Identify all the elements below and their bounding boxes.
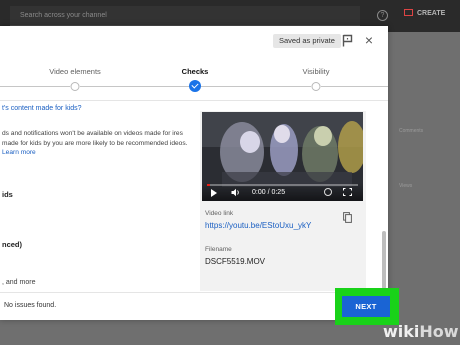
video-link[interactable]: https://youtu.be/EStoUxu_ykY [205,221,311,230]
video-link-label: Video link [205,210,234,217]
made-for-kids-link[interactable]: t's content made for kids? [2,105,82,112]
watermark-wiki: wiki [383,322,420,341]
close-icon[interactable]: × [363,33,375,47]
video-camera-icon [404,9,413,16]
stepper-line [321,86,388,87]
filename-value: DSCF5519.MOV [205,257,266,266]
divider [0,292,388,293]
upload-dialog: Saved as private × Video elements Checks… [0,26,388,320]
help-icon[interactable]: ? [377,10,388,21]
step-check-icon[interactable] [189,80,201,92]
filename-label: Filename [205,246,232,253]
stepper-line [0,86,70,87]
watermark-how: How [419,322,459,341]
audience-section: t's content made for kids? ds and notifi… [0,101,195,291]
background-views-text: Views [399,183,413,189]
video-player[interactable]: 0:00 / 0:25 [202,112,363,201]
saved-as-private-chip: Saved as private [273,34,341,48]
upload-stepper: Video elements Checks Visibility [0,62,388,96]
play-icon[interactable] [211,189,217,197]
audience-description: ds and notifications won't be available … [2,129,192,158]
video-controls: 0:00 / 0:25 [202,183,363,201]
advanced-option[interactable]: nced) [2,240,22,249]
settings-gear-icon[interactable] [324,188,332,196]
video-progress-bar[interactable] [207,184,358,186]
stepper-line [80,86,190,87]
dialog-header: Saved as private × [0,26,388,58]
checks-status-text: No issues found. [4,302,57,309]
video-time: 0:00 / 0:25 [252,189,286,196]
search-input[interactable]: Search across your channel [10,6,360,26]
step-label-checks[interactable]: Checks [182,67,209,76]
learn-more-link[interactable]: Learn more [2,149,36,156]
feedback-flag-icon[interactable] [342,34,353,47]
volume-icon[interactable] [231,188,241,197]
step-dot-visibility[interactable] [311,82,321,91]
fullscreen-icon[interactable] [343,188,352,196]
wikihow-watermark: wikiHow [383,322,459,341]
step-label-video-elements[interactable]: Video elements [49,67,101,76]
more-options-text: , and more [2,279,36,286]
audience-description-text: ds and notifications won't be available … [2,130,188,147]
stepper-line [200,86,311,87]
next-button[interactable]: NEXT [342,296,390,317]
create-label: CREATE [417,10,446,17]
step-dot-video-elements[interactable] [70,82,80,91]
background-footer [0,320,388,345]
background-comments-text: Comments [399,128,424,134]
create-button[interactable]: CREATE [404,9,445,17]
video-preview-panel: 0:00 / 0:25 Video link https://youtu.be/… [200,111,366,291]
step-label-visibility[interactable]: Visibility [303,67,330,76]
scrollbar[interactable] [382,231,386,289]
copy-icon[interactable] [343,212,352,223]
made-for-kids-option[interactable]: ids [2,190,13,199]
video-progress-fill [207,184,211,186]
